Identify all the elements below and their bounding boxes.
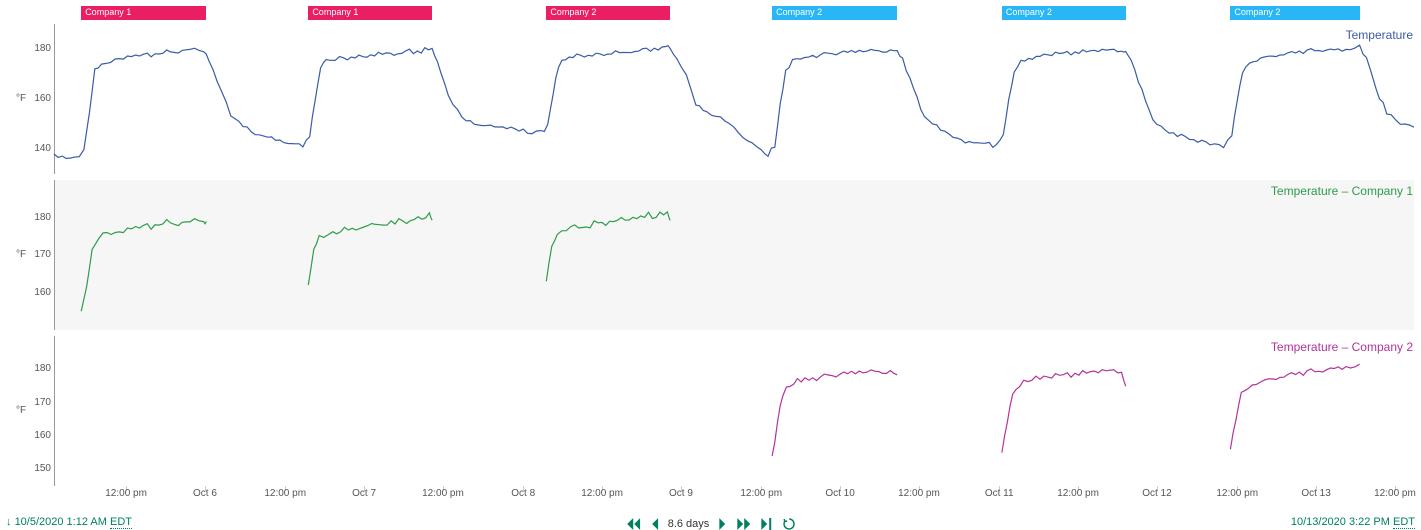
x-tick-label: 12:00 pm <box>105 488 147 499</box>
x-tick-label: 12:00 pm <box>1216 488 1258 499</box>
chart-area: Temperature Temperature – Company 1 Temp… <box>0 0 1421 498</box>
event-tag-company1[interactable]: Company 1 <box>308 6 432 20</box>
y-tick-label: 170 <box>27 397 51 408</box>
y-tick-label: 180 <box>27 363 51 374</box>
x-tick-label: 12:00 pm <box>1057 488 1099 499</box>
y-tick-label: 180 <box>27 43 51 54</box>
chart-title-2: Temperature – Company 1 <box>1271 184 1413 198</box>
x-tick-label: Oct 6 <box>193 488 217 499</box>
y-tick-label: 170 <box>27 249 51 260</box>
y-unit-1: °F <box>16 93 26 104</box>
x-tick-label: 12:00 pm <box>581 488 623 499</box>
nav-first-button[interactable] <box>626 518 640 530</box>
x-tick-label: Oct 13 <box>1301 488 1330 499</box>
nav-last-button[interactable] <box>761 518 773 530</box>
x-tick-label: 12:00 pm <box>898 488 940 499</box>
x-tick-label: Oct 12 <box>1142 488 1171 499</box>
y-tick-label: 150 <box>27 463 51 474</box>
event-tag-company1[interactable]: Company 1 <box>81 6 206 20</box>
nav-prev-button[interactable] <box>650 518 658 530</box>
nav-next-button[interactable] <box>719 518 727 530</box>
event-tag-company2[interactable]: Company 2 <box>1230 6 1359 20</box>
x-tick-label: Oct 11 <box>985 488 1014 499</box>
y-tick-label: 140 <box>27 143 51 154</box>
y-tick-label: 180 <box>27 212 51 223</box>
x-tick-label: 12:00 pm <box>1374 488 1416 499</box>
refresh-button[interactable] <box>783 518 795 530</box>
y-unit-3: °F <box>16 405 26 416</box>
y-tick-label: 160 <box>27 93 51 104</box>
nav-next-fast-button[interactable] <box>737 518 751 530</box>
range-end: 10/13/2020 3:22 PM EDT <box>1291 516 1415 528</box>
x-tick-label: Oct 10 <box>825 488 854 499</box>
time-nav-footer: ↓ 10/5/2020 1:12 AM EDT 8.6 days 10/13/2… <box>0 512 1421 530</box>
plot-svg-company1 <box>54 180 1414 330</box>
y-tick-label: 160 <box>27 430 51 441</box>
range-span-label: 8.6 days <box>668 518 710 530</box>
x-tick-label: 12:00 pm <box>264 488 306 499</box>
range-start: ↓ 10/5/2020 1:12 AM EDT <box>6 516 132 528</box>
x-tick-label: Oct 7 <box>352 488 376 499</box>
event-tag-company1[interactable]: Company 2 <box>546 6 670 20</box>
x-tick-label: 12:00 pm <box>740 488 782 499</box>
chart-title-1: Temperature <box>1346 28 1413 42</box>
y-unit-2: °F <box>16 249 26 260</box>
x-tick-label: Oct 9 <box>669 488 693 499</box>
arrow-down-icon: ↓ <box>6 516 12 528</box>
plot-svg-temperature <box>54 24 1414 174</box>
x-tick-label: Oct 8 <box>511 488 535 499</box>
chart-title-3: Temperature – Company 2 <box>1271 340 1413 354</box>
x-tick-label: 12:00 pm <box>422 488 464 499</box>
range-start-text: 10/5/2020 1:12 AM <box>15 516 107 528</box>
event-tag-company2[interactable]: Company 2 <box>1002 6 1126 20</box>
range-start-tz[interactable]: EDT <box>110 516 132 529</box>
event-tag-company2[interactable]: Company 2 <box>772 6 897 20</box>
range-end-tz[interactable]: EDT <box>1393 516 1415 529</box>
range-end-text: 10/13/2020 3:22 PM <box>1291 516 1390 528</box>
nav-controls: 8.6 days <box>626 518 796 530</box>
plot-svg-company2 <box>54 336 1414 486</box>
y-tick-label: 160 <box>27 287 51 298</box>
